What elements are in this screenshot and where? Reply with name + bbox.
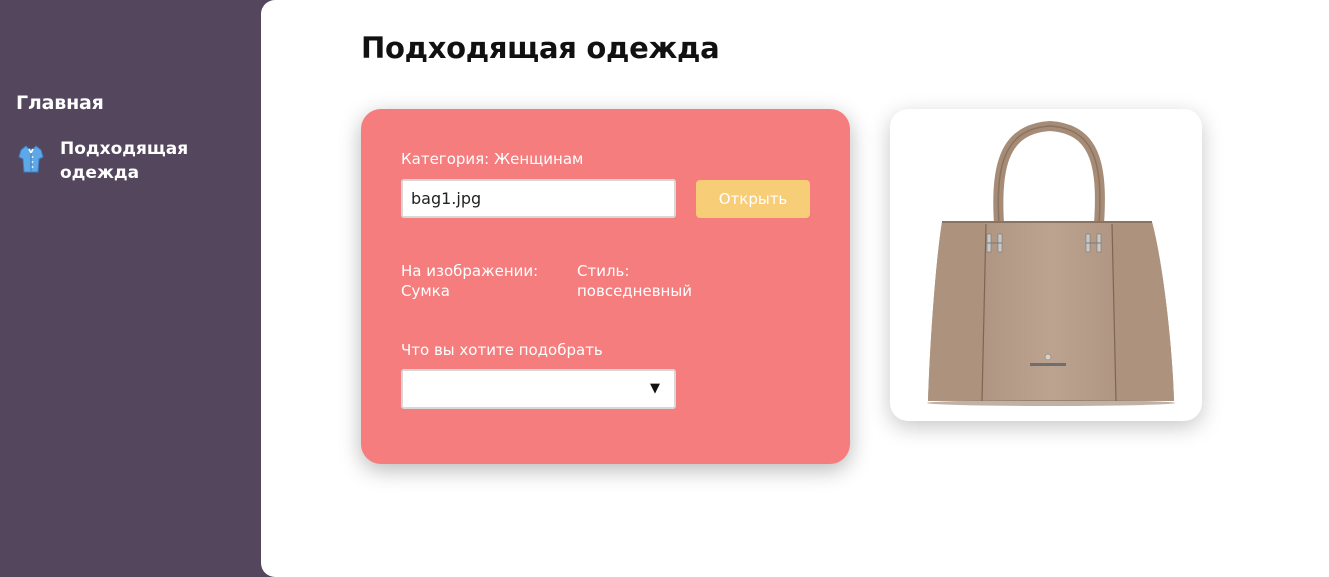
- style-info: Стиль: повседневный: [577, 261, 737, 301]
- main-content: Подходящая одежда Категория: Женщинам От…: [261, 0, 1329, 577]
- page-title: Подходящая одежда: [361, 31, 720, 65]
- sidebar: Главная Подходящая одежда: [0, 0, 262, 577]
- style-value: повседневный: [577, 282, 692, 300]
- file-name-input[interactable]: [401, 179, 676, 218]
- image-label: На изображении:: [401, 262, 539, 280]
- pick-select[interactable]: ▼: [401, 369, 676, 409]
- shirt-icon: [18, 145, 44, 173]
- image-value: Сумка: [401, 282, 450, 300]
- category-text: Категория: Женщинам: [401, 150, 584, 168]
- photo-preview: [890, 109, 1202, 421]
- upload-form-card: Категория: Женщинам Открыть На изображен…: [361, 109, 850, 464]
- handbag-image: [927, 120, 1175, 406]
- sidebar-home-link[interactable]: Главная: [16, 92, 104, 114]
- pick-label: Что вы хотите подобрать: [401, 341, 603, 359]
- open-button[interactable]: Открыть: [696, 180, 810, 218]
- sidebar-item-matching-clothes[interactable]: Подходящая одежда: [18, 137, 248, 185]
- sidebar-item-label: Подходящая одежда: [60, 139, 189, 183]
- style-label: Стиль:: [577, 262, 630, 280]
- image-detection-info: На изображении: Сумка: [401, 261, 571, 301]
- dropdown-arrow-icon: ▼: [650, 381, 660, 396]
